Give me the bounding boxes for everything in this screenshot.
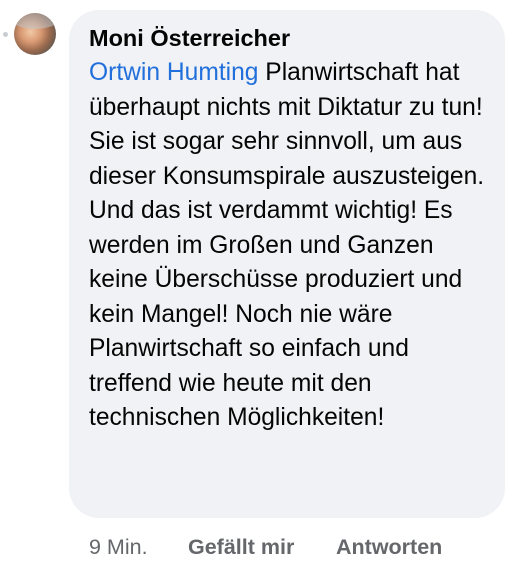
- comment-body: Planwirtschaft hat überhaupt nichts mit …: [89, 59, 485, 431]
- comment-timestamp[interactable]: 9 Min.: [89, 533, 188, 561]
- mention-link[interactable]: Ortwin Humting: [89, 59, 258, 86]
- comment-bubble: Moni Österreicher Ortwin Humting Planwir…: [69, 10, 505, 518]
- comment-text: Ortwin Humting Planwirtschaft hat überha…: [89, 56, 487, 436]
- comment-actions: 9 Min. Gefällt mir Antworten: [89, 533, 442, 561]
- comment-author-name[interactable]: Moni Österreicher: [89, 24, 487, 52]
- avatar[interactable]: [14, 13, 56, 55]
- like-button[interactable]: Gefällt mir: [188, 533, 336, 561]
- reply-button[interactable]: Antworten: [336, 533, 442, 561]
- thread-indicator-dot: [3, 32, 8, 37]
